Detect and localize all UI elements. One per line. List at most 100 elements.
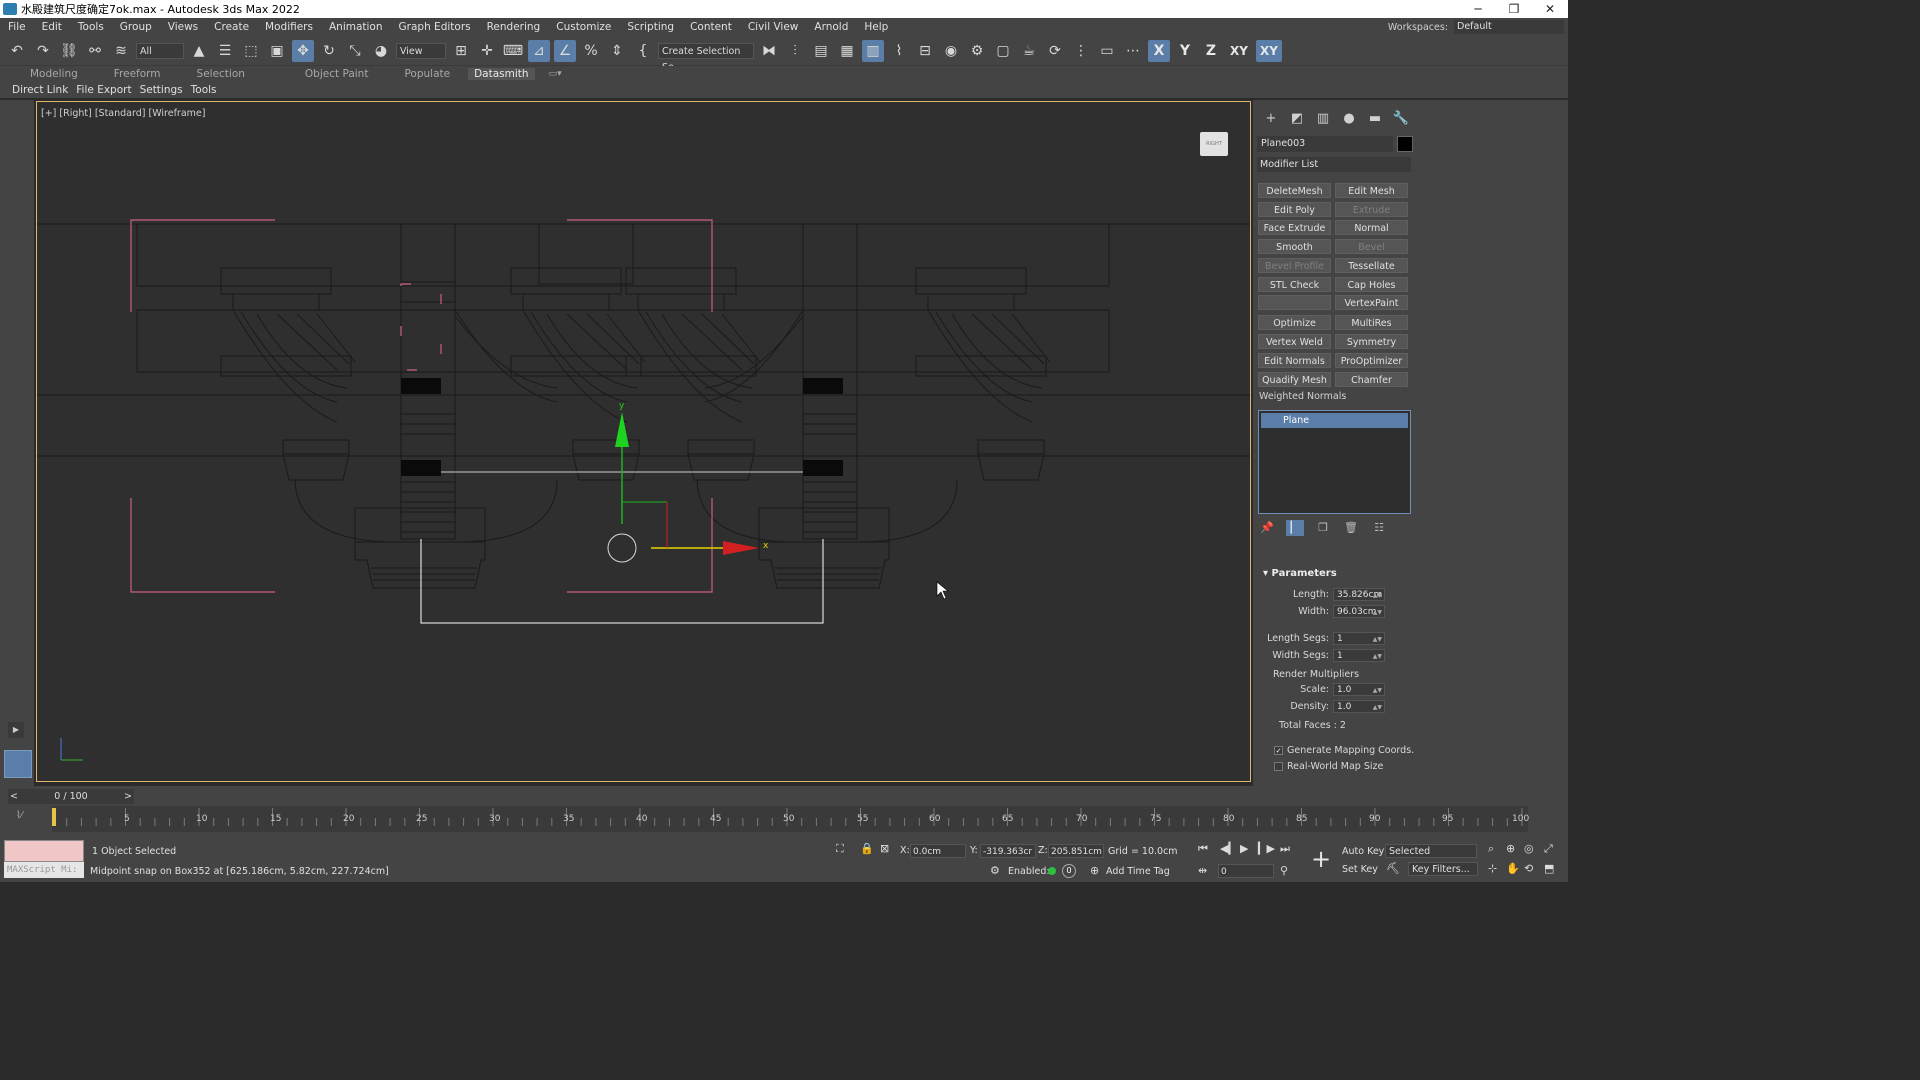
menu-civil-view[interactable]: Civil View bbox=[740, 21, 807, 33]
move-gizmo[interactable]: x y bbox=[607, 401, 769, 563]
key-filter-icon[interactable]: ⛏ bbox=[1386, 862, 1400, 875]
play-icon[interactable]: ▶ bbox=[1240, 842, 1248, 855]
render-setup-icon[interactable]: ⚙ bbox=[966, 40, 988, 62]
material-editor-icon[interactable]: ◉ bbox=[940, 40, 962, 62]
viewport-right[interactable]: [+] [Right] [Standard] [Wireframe] RIGHT bbox=[36, 101, 1251, 782]
set-key-big-icon[interactable]: + bbox=[1308, 846, 1334, 872]
menu-modifiers[interactable]: Modifiers bbox=[257, 21, 321, 33]
modifier-button-edit-normals[interactable]: Edit Normals bbox=[1258, 353, 1331, 368]
edit-named-selection-icon[interactable]: { bbox=[632, 40, 654, 62]
go-to-end-icon[interactable]: ⏭ bbox=[1280, 842, 1290, 856]
zoom-all-icon[interactable]: ⊕ bbox=[1506, 842, 1515, 855]
object-name-field[interactable]: Plane003 bbox=[1257, 136, 1393, 152]
angle-snap-icon[interactable]: ∠ bbox=[554, 39, 576, 62]
time-slider[interactable]: < 0 / 100 > bbox=[8, 789, 134, 804]
modifier-button-prooptimizer[interactable]: ProOptimizer bbox=[1335, 353, 1408, 368]
x-coord-field[interactable]: 0.0cm bbox=[910, 844, 966, 858]
axis-y-button[interactable]: Y bbox=[1174, 40, 1196, 62]
pan-view-icon[interactable]: ✋ bbox=[1506, 862, 1520, 875]
datasmith-settings[interactable]: Settings bbox=[136, 84, 187, 96]
modifier-list-dropdown[interactable]: Modifier List bbox=[1257, 157, 1411, 172]
select-and-rotate-icon[interactable]: ↻ bbox=[318, 40, 340, 62]
show-end-result-icon[interactable]: ▏ bbox=[1286, 520, 1304, 536]
selected-set-dropdown[interactable]: Selected bbox=[1385, 844, 1477, 858]
spinner-snap-icon[interactable]: ⇕ bbox=[606, 40, 628, 62]
window-crossing-icon[interactable]: ▣ bbox=[266, 40, 288, 62]
unlink-icon[interactable]: ⚯ bbox=[84, 40, 106, 62]
modifier-button-multires[interactable]: MultiRes bbox=[1335, 315, 1408, 330]
current-frame-field[interactable]: 0 bbox=[1218, 864, 1274, 878]
snaps-toggle-icon[interactable]: ⊿ bbox=[528, 39, 550, 62]
menu-scripting[interactable]: Scripting bbox=[619, 21, 682, 33]
modifier-button-quadify-mesh[interactable]: Quadify Mesh bbox=[1258, 372, 1331, 387]
configure-modifier-sets-icon[interactable]: ☷ bbox=[1370, 520, 1388, 536]
isolate-selection-icon[interactable]: ⛶ bbox=[836, 842, 844, 856]
field-of-view-icon[interactable]: ⊹ bbox=[1488, 862, 1497, 875]
keyboard-shortcut-override-icon[interactable]: ⌨ bbox=[502, 40, 524, 62]
maximize-viewport-icon[interactable]: ⬒ bbox=[1544, 862, 1554, 875]
menu-animation[interactable]: Animation bbox=[321, 21, 391, 33]
menu-edit[interactable]: Edit bbox=[34, 21, 70, 33]
remove-modifier-icon[interactable]: 🗑 bbox=[1342, 520, 1360, 536]
menu-file[interactable]: File bbox=[0, 21, 34, 33]
menu-arnold[interactable]: Arnold bbox=[806, 21, 856, 33]
workspaces-dropdown[interactable]: Default bbox=[1454, 20, 1564, 34]
close-button[interactable]: ✕ bbox=[1532, 0, 1568, 18]
length-spinner[interactable]: 35.826cm ▲▼ bbox=[1333, 588, 1385, 601]
generate-mapping-checkbox[interactable]: ✓ bbox=[1274, 746, 1283, 755]
curve-editor-mini-icon[interactable]: ⌇⁄ bbox=[16, 810, 23, 821]
selection-lock-icon[interactable]: 🔒 bbox=[860, 842, 874, 855]
zoom-extents-icon[interactable]: ◎ bbox=[1524, 842, 1534, 855]
undo-icon[interactable]: ↶ bbox=[6, 40, 28, 62]
modifier-button-normal[interactable]: Normal bbox=[1335, 220, 1408, 235]
zoom-icon[interactable]: ⌕ bbox=[1488, 842, 1494, 856]
curve-editor-icon[interactable]: ⌇ bbox=[888, 40, 910, 62]
datasmith-file-export[interactable]: File Export bbox=[72, 84, 135, 96]
select-and-move-icon[interactable]: ✥ bbox=[292, 39, 314, 62]
select-object-icon[interactable]: ▲ bbox=[188, 40, 210, 62]
layer-explorer-icon[interactable]: ▦ bbox=[836, 40, 858, 62]
axis-xy-button[interactable]: XY bbox=[1226, 40, 1252, 62]
maxscript-input[interactable]: MAXScript Mi: bbox=[4, 862, 84, 878]
menu-group[interactable]: Group bbox=[112, 21, 160, 33]
object-color-swatch[interactable] bbox=[1397, 136, 1413, 152]
key-mode-icon[interactable]: ⇹ bbox=[1198, 864, 1207, 877]
length-segs-spinner[interactable]: 1 ▲▼ bbox=[1333, 632, 1385, 645]
ribbon-options-icon[interactable]: ▭▾ bbox=[535, 69, 576, 79]
axis-z-button[interactable]: Z bbox=[1200, 40, 1222, 62]
modifier-button-vertexpaint[interactable]: VertexPaint bbox=[1335, 295, 1408, 310]
menu-views[interactable]: Views bbox=[160, 21, 206, 33]
make-unique-icon[interactable]: ❐ bbox=[1314, 520, 1332, 536]
go-to-start-icon[interactable]: ⏮ bbox=[1198, 842, 1208, 856]
modifier-button-smooth[interactable]: Smooth bbox=[1258, 239, 1331, 254]
absolute-mode-icon[interactable]: ⊠ bbox=[880, 842, 889, 855]
modifier-button-cap-holes[interactable]: Cap Holes bbox=[1335, 277, 1408, 292]
selection-filter-dropdown[interactable]: All bbox=[136, 42, 184, 59]
weighted-normals-button[interactable]: Weighted Normals bbox=[1259, 391, 1346, 402]
maxscript-listener-mini[interactable] bbox=[4, 840, 84, 862]
redo-icon[interactable]: ↷ bbox=[32, 40, 54, 62]
orbit-icon[interactable]: ⟲ bbox=[1524, 862, 1533, 875]
modifier-button-tessellate[interactable]: Tessellate bbox=[1335, 258, 1408, 273]
viewport-layout-button[interactable] bbox=[4, 750, 32, 778]
render-production-icon[interactable]: ☕ bbox=[1018, 40, 1040, 62]
menu-rendering[interactable]: Rendering bbox=[479, 21, 549, 33]
stack-item-plane[interactable]: Plane bbox=[1261, 413, 1408, 428]
named-selection-set-dropdown[interactable]: Create Selection Se bbox=[658, 42, 754, 73]
datasmith-tools[interactable]: Tools bbox=[187, 84, 221, 96]
modifier-button-deletemesh[interactable]: DeleteMesh bbox=[1258, 183, 1331, 198]
width-segs-value[interactable]: 1 bbox=[1337, 651, 1343, 661]
set-key-button[interactable]: Set Key bbox=[1342, 864, 1378, 875]
measure-icon[interactable]: ▭ bbox=[1096, 40, 1118, 62]
tab-datasmith[interactable]: Datasmith bbox=[468, 68, 535, 80]
restore-button[interactable]: ❐ bbox=[1496, 0, 1532, 18]
adaptive-degradation-icon[interactable]: ⚙ bbox=[990, 864, 1000, 877]
tab-populate[interactable]: Populate bbox=[386, 68, 468, 80]
motion-tab-icon[interactable]: ● bbox=[1337, 110, 1361, 128]
select-by-name-icon[interactable]: ☰ bbox=[214, 40, 236, 62]
modifier-button-stl-check[interactable]: STL Check bbox=[1258, 277, 1331, 292]
width-spinner[interactable]: 96.03cm ▲▼ bbox=[1333, 605, 1385, 618]
time-next-icon[interactable]: > bbox=[124, 789, 132, 804]
tab-object-paint[interactable]: Object Paint bbox=[287, 68, 387, 80]
modifier-button-chamfer[interactable]: Chamfer bbox=[1335, 372, 1408, 387]
